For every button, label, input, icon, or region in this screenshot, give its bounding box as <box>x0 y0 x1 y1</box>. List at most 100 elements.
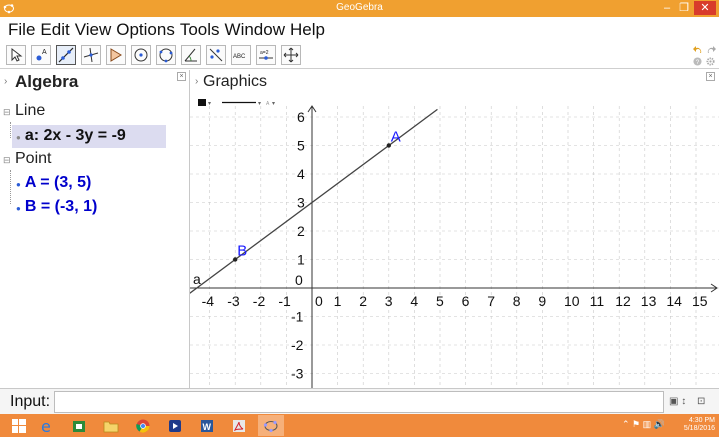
slider-icon: a=2 <box>259 50 273 60</box>
conic-tool-button[interactable] <box>156 45 176 65</box>
y-tick-label: -2 <box>291 337 304 353</box>
taskbar: e W ⌃ ⚑ ▥ 🔊 4:30 PM 5/18/2016 <box>0 414 719 437</box>
taskbar-store[interactable] <box>66 415 92 436</box>
move-tool-button[interactable] <box>6 45 26 65</box>
graphics-canvas[interactable]: -4 -3 -2 -1 0 1 2 3 4 5 6 7 8 9 10 11 12 13 14 156543210-1-… <box>190 70 719 388</box>
undo-icon[interactable] <box>693 45 703 55</box>
x-tick-label: -1 <box>278 293 291 309</box>
svg-text:W: W <box>203 422 212 432</box>
panel-collapse-icon[interactable]: › <box>4 76 7 87</box>
clock[interactable]: 4:30 PM 5/18/2016 <box>684 417 715 433</box>
graphics-view[interactable]: -4 -3 -2 -1 0 1 2 3 4 5 6 7 8 9 10 11 12 13 14 15 6 5 4 3 2 1 0 -1-… <box>190 70 719 388</box>
tree-category-point[interactable]: ⊟ Point <box>0 150 51 168</box>
category-label: Point <box>15 150 52 167</box>
algebra-item-point-a[interactable]: ● A = (3, 5) <box>16 174 91 192</box>
tree-category-line[interactable]: ⊟ Line <box>0 102 45 120</box>
tree-connector <box>10 170 11 204</box>
algebra-close-icon[interactable]: × <box>177 72 186 81</box>
input-keyboard-icon[interactable]: ⊡ <box>697 396 705 407</box>
cursor-arrow-icon <box>11 47 23 62</box>
panel-collapse-icon[interactable]: › <box>195 76 198 87</box>
point-label-b: B <box>237 243 247 260</box>
polygon-tool-button[interactable] <box>106 45 126 65</box>
close-button[interactable]: ✕ <box>694 1 716 15</box>
clock-time: 4:30 PM <box>688 417 715 424</box>
x-tick-label: -2 <box>253 293 266 309</box>
help-icon[interactable]: ? <box>693 57 702 66</box>
minimize-button[interactable]: – <box>659 1 675 15</box>
circle-tool-button[interactable] <box>131 45 151 65</box>
move-graphics-view-icon <box>283 47 299 63</box>
x-tick-label: 7 <box>487 293 495 309</box>
slider-tool-button[interactable]: a=2 <box>256 45 276 65</box>
x-tick-label: 8 <box>513 293 521 309</box>
redo-icon[interactable] <box>706 45 716 55</box>
menu-tools[interactable]: Tools <box>180 20 220 40</box>
x-tick-label: 9 <box>538 293 546 309</box>
text-tool-button[interactable]: ABC <box>231 45 251 65</box>
menu-window[interactable]: Window <box>225 20 285 40</box>
y-tick-label: 0 <box>295 272 303 288</box>
internet-explorer-icon: e <box>41 418 51 434</box>
taskbar-file-explorer[interactable] <box>98 415 124 436</box>
taskbar-ie[interactable]: e <box>34 415 60 436</box>
menu-edit[interactable]: Edit <box>40 20 69 40</box>
x-tick-label: 0 <box>315 293 323 309</box>
style-bar-icons[interactable]: ▾ ▾ A ▾ <box>196 98 296 108</box>
taskbar-acrobat[interactable] <box>226 415 252 436</box>
input-label: Input: <box>10 393 51 410</box>
perpendicular-tool-button[interactable] <box>81 45 101 65</box>
menu-help[interactable]: Help <box>290 20 325 40</box>
settings-gear-icon[interactable] <box>706 57 715 66</box>
x-tick-label: 13 <box>641 293 657 309</box>
y-tick-label: 6 <box>297 109 305 125</box>
windows-logo-icon <box>12 418 26 433</box>
start-button[interactable] <box>6 415 32 436</box>
point-icon: A <box>36 49 47 61</box>
input-bar: Input: ▣ ↕ ⊡ <box>0 388 719 414</box>
taskbar-media[interactable] <box>162 415 188 436</box>
point-a-value: A = (3, 5) <box>24 174 92 191</box>
algebra-item-line-a[interactable]: ● a: 2x - 3y = -9 <box>16 127 126 145</box>
svg-text:▾: ▾ <box>258 101 261 107</box>
menu-view[interactable]: View <box>75 20 112 40</box>
menu-options[interactable]: Options <box>116 20 175 40</box>
angle-icon <box>184 48 197 62</box>
visibility-toggle-icon[interactable]: ● <box>16 204 21 213</box>
perpendicular-line-icon <box>83 47 99 63</box>
geogebra-app-icon <box>263 420 278 432</box>
x-tick-label: 6 <box>462 293 470 309</box>
taskbar-geogebra[interactable] <box>258 415 284 436</box>
point-tool-button[interactable]: A <box>31 45 51 65</box>
line-tool-button[interactable] <box>56 45 76 65</box>
menu-file[interactable]: File <box>8 20 35 40</box>
collapse-minus-icon[interactable]: ⊟ <box>3 107 13 118</box>
y-tick-label: 4 <box>297 166 305 182</box>
input-field[interactable] <box>54 391 664 413</box>
circle-three-points-icon <box>159 48 173 63</box>
svg-text:?: ? <box>696 59 700 66</box>
system-tray-icons[interactable]: ⌃ ⚑ ▥ 🔊 <box>622 419 665 430</box>
visibility-toggle-icon[interactable]: ● <box>16 180 21 189</box>
y-tick-label: -3 <box>291 366 304 382</box>
move-view-tool-button[interactable] <box>281 45 301 65</box>
point-b-value: B = (-3, 1) <box>24 198 98 215</box>
collapse-minus-icon[interactable]: ⊟ <box>3 155 13 166</box>
algebra-item-point-b[interactable]: ● B = (-3, 1) <box>16 198 97 216</box>
x-tick-label: 15 <box>692 293 708 309</box>
svg-text:ABC: ABC <box>233 54 246 60</box>
folder-icon <box>103 421 119 432</box>
visibility-toggle-icon[interactable]: ● <box>16 133 21 142</box>
x-tick-label: 14 <box>666 293 682 309</box>
label-style-icon: A <box>266 101 270 107</box>
angle-tool-button[interactable] <box>181 45 201 65</box>
y-tick-label: -1 <box>291 309 304 325</box>
circle-center-point-icon <box>134 48 148 62</box>
point-label-a: A <box>391 129 401 146</box>
maximize-button[interactable]: ❐ <box>676 1 692 15</box>
taskbar-word[interactable]: W <box>194 415 220 436</box>
taskbar-chrome[interactable] <box>130 415 156 436</box>
graphics-close-icon[interactable]: × <box>706 72 715 81</box>
reflect-tool-button[interactable] <box>206 45 226 65</box>
input-help-icon[interactable]: ▣ ↕ <box>669 396 686 407</box>
